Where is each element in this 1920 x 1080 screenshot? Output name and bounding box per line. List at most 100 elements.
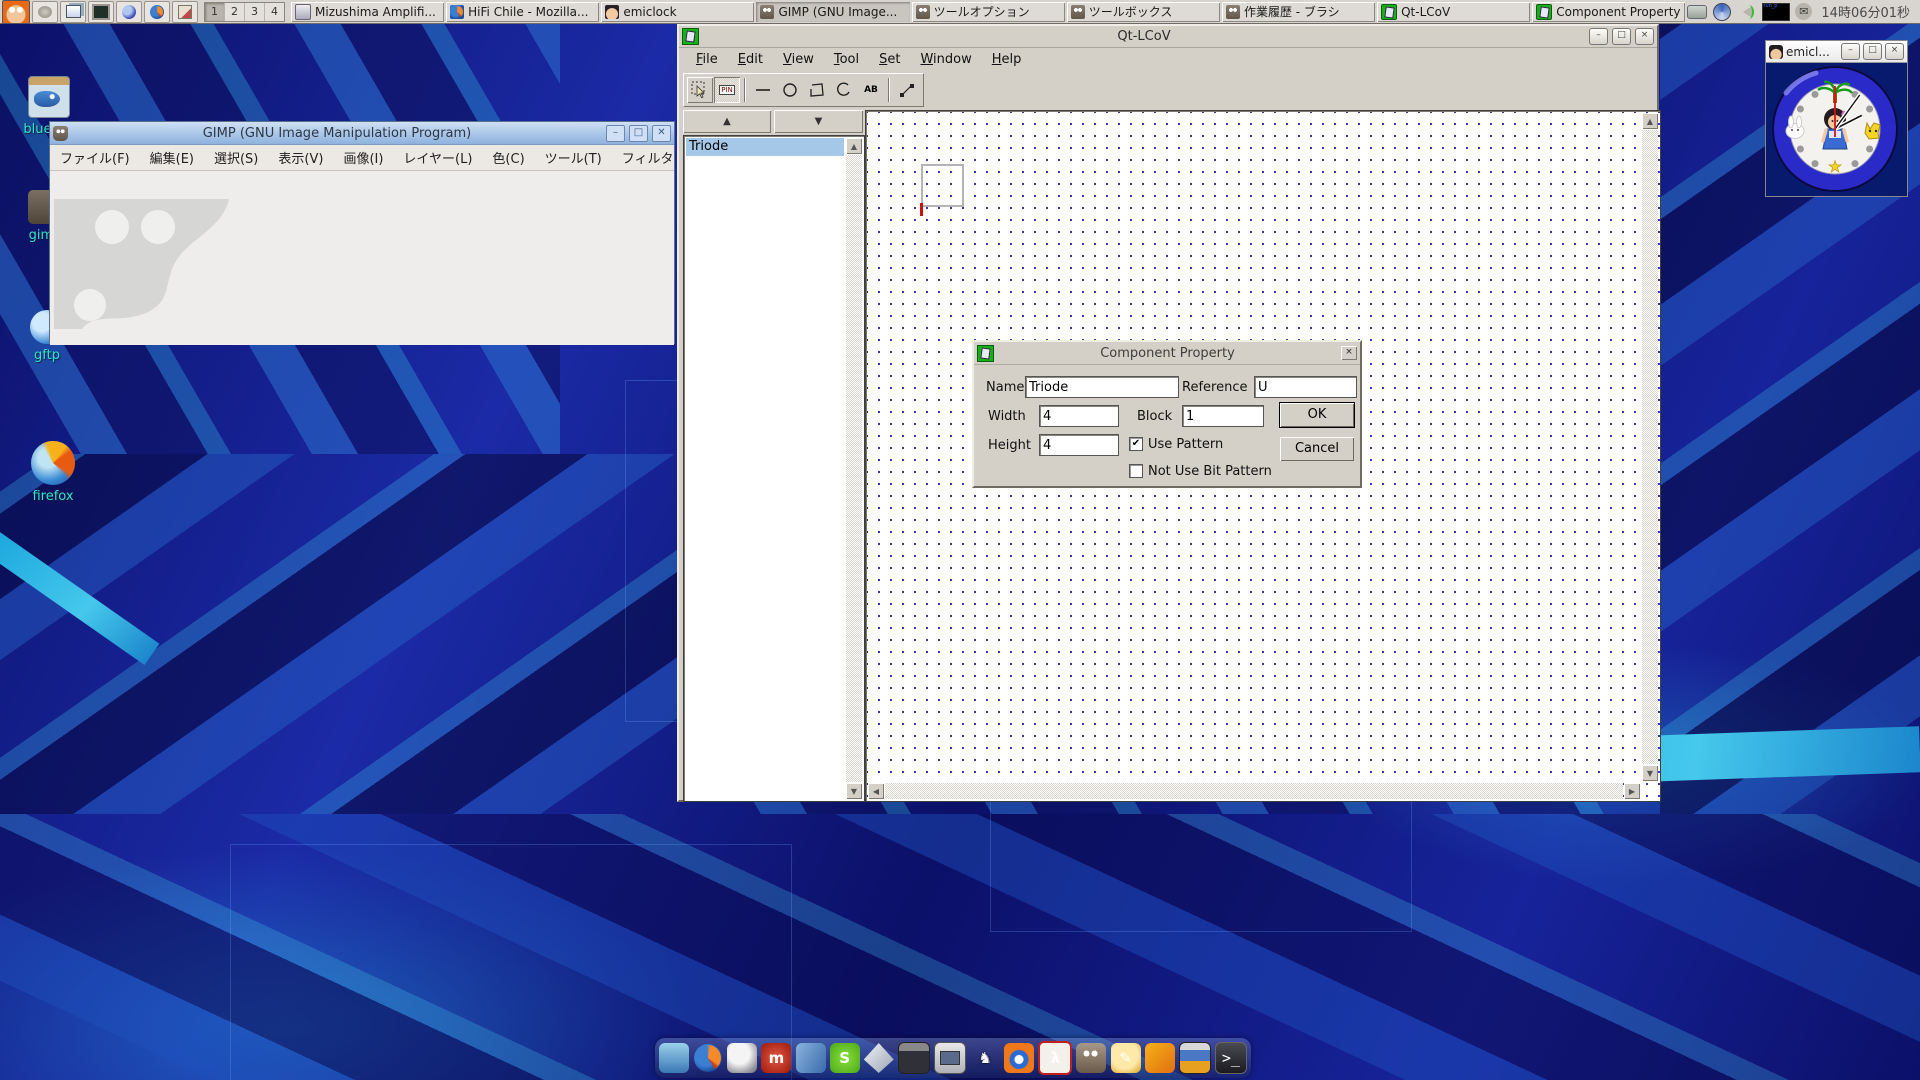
desktop-icon-firefox[interactable]: firefox bbox=[8, 441, 98, 504]
workspace-1[interactable]: 1 bbox=[205, 3, 224, 21]
scroll-up-icon[interactable]: ▲ bbox=[846, 138, 862, 154]
menu-edit[interactable]: Edit bbox=[729, 51, 772, 68]
close-icon[interactable]: × bbox=[1341, 346, 1357, 360]
maximize-button[interactable]: □ bbox=[1612, 28, 1631, 45]
inkscape-icon[interactable] bbox=[864, 1043, 894, 1073]
firefox-icon[interactable] bbox=[694, 1044, 722, 1072]
desktop-swirl-icon[interactable] bbox=[1713, 3, 1731, 21]
task-gimp[interactable]: GIMP (GNU Image... bbox=[756, 2, 909, 22]
close-button[interactable]: ✕ bbox=[652, 125, 671, 142]
canvas-horizontal-scrollbar[interactable]: ◀ ▶ bbox=[868, 783, 1640, 799]
task-mizushima[interactable]: Mizushima Amplifi... bbox=[291, 2, 444, 22]
minimize-button[interactable]: – bbox=[1841, 43, 1860, 60]
cinelerra-icon[interactable] bbox=[1179, 1042, 1211, 1074]
terminal-icon[interactable]: >_ bbox=[1215, 1042, 1247, 1074]
menu-colors[interactable]: 色(C) bbox=[482, 148, 534, 167]
web-globe-icon[interactable] bbox=[116, 1, 142, 23]
close-button[interactable]: × bbox=[1635, 28, 1654, 45]
pin-tool-icon[interactable]: PIN bbox=[714, 77, 740, 103]
mail-icon[interactable]: ✉ bbox=[1795, 3, 1812, 20]
gnu-icon[interactable]: ♞ bbox=[970, 1043, 1000, 1073]
task-qtlcov[interactable]: Qt-LCoV bbox=[1377, 2, 1530, 22]
arc-tool-icon[interactable] bbox=[831, 77, 857, 103]
menu-tool[interactable]: Tool bbox=[825, 51, 868, 68]
menu-image[interactable]: 画像(I) bbox=[333, 148, 393, 167]
task-emiclock[interactable]: emiclock bbox=[601, 2, 754, 22]
terminal-icon[interactable] bbox=[88, 1, 114, 23]
emiclock-titlebar[interactable]: emicl... – □ × bbox=[1766, 41, 1907, 63]
component-outline[interactable] bbox=[921, 164, 964, 207]
task-toolbox[interactable]: ツールボックス bbox=[1067, 2, 1220, 22]
scroll-right-icon[interactable]: ▶ bbox=[1624, 783, 1640, 799]
component-pin[interactable] bbox=[920, 203, 923, 216]
kino-icon[interactable] bbox=[898, 1042, 930, 1074]
maximize-button[interactable]: □ bbox=[1863, 43, 1882, 60]
width-field[interactable] bbox=[1039, 405, 1119, 427]
use-pattern-checkbox[interactable]: ✔ bbox=[1129, 437, 1143, 451]
menu-select[interactable]: 選択(S) bbox=[204, 148, 268, 167]
panel-icon[interactable] bbox=[659, 1043, 689, 1073]
circle-tool-icon[interactable] bbox=[777, 77, 803, 103]
gnome-stone-icon[interactable] bbox=[32, 1, 58, 23]
block-field[interactable] bbox=[1182, 405, 1264, 427]
gimp-canvas[interactable] bbox=[50, 171, 674, 345]
minimize-button[interactable]: – bbox=[606, 125, 625, 142]
nav-up-button[interactable]: ▲ bbox=[683, 110, 771, 133]
mplayer-icon[interactable]: m bbox=[761, 1043, 791, 1073]
menu-file[interactable]: File bbox=[687, 51, 727, 68]
nav-down-button[interactable]: ▼ bbox=[774, 110, 863, 133]
scroll-down-icon[interactable]: ▼ bbox=[846, 783, 862, 799]
menu-layer[interactable]: レイヤー(L) bbox=[393, 148, 482, 167]
ok-button[interactable]: OK bbox=[1280, 403, 1354, 427]
blender-icon[interactable] bbox=[1004, 1043, 1034, 1073]
scroll-left-icon[interactable]: ◀ bbox=[868, 783, 884, 799]
scrollbar-track[interactable] bbox=[1642, 130, 1658, 764]
scribus-icon[interactable]: λ bbox=[1038, 1041, 1072, 1075]
workspace-4[interactable]: 4 bbox=[264, 3, 284, 21]
menu-view[interactable]: View bbox=[774, 51, 823, 68]
task-tool-options[interactable]: ツールオプション bbox=[912, 2, 1065, 22]
polygon-tool-icon[interactable] bbox=[804, 77, 830, 103]
menu-window[interactable]: Window bbox=[911, 51, 980, 68]
menu-tools[interactable]: ツール(T) bbox=[535, 148, 612, 167]
text-tool-icon[interactable]: AB bbox=[858, 77, 884, 103]
name-field[interactable] bbox=[1025, 376, 1179, 398]
gimp-titlebar[interactable]: GIMP (GNU Image Manipulation Program) – … bbox=[50, 122, 674, 145]
wire-tool-icon[interactable] bbox=[894, 77, 920, 103]
minimize-button[interactable]: – bbox=[1589, 28, 1608, 45]
firefox-launcher-icon[interactable] bbox=[144, 1, 170, 23]
menu-filters[interactable]: フィルター(R) bbox=[612, 148, 674, 167]
task-hifi-chile[interactable]: HiFi Chile - Mozilla... bbox=[446, 2, 599, 22]
scrollbar-track[interactable] bbox=[846, 155, 862, 782]
window-list-icon[interactable] bbox=[60, 1, 86, 23]
volume-icon[interactable] bbox=[1743, 6, 1752, 18]
menu-set[interactable]: Set bbox=[870, 51, 909, 68]
skype-icon[interactable]: S bbox=[830, 1043, 860, 1073]
list-scrollbar[interactable]: ▲ ▼ bbox=[846, 138, 862, 799]
line-tool-icon[interactable] bbox=[750, 77, 776, 103]
scrollbar-track[interactable] bbox=[885, 783, 1623, 799]
workspace-3[interactable]: 3 bbox=[244, 3, 264, 21]
reference-field[interactable] bbox=[1254, 376, 1357, 398]
menu-view[interactable]: 表示(V) bbox=[268, 148, 333, 167]
menu-edit[interactable]: 編集(E) bbox=[140, 148, 204, 167]
tuxpaint-icon[interactable]: ✎ bbox=[1111, 1043, 1141, 1073]
cancel-button[interactable]: Cancel bbox=[1280, 437, 1354, 461]
web-browser-icon[interactable] bbox=[727, 1043, 757, 1073]
anime-face-icon[interactable] bbox=[2, 0, 30, 24]
canvas-vertical-scrollbar[interactable]: ▲ ▼ bbox=[1642, 113, 1658, 781]
select-tool-icon[interactable] bbox=[687, 77, 713, 103]
gimp-icon[interactable] bbox=[1076, 1043, 1106, 1073]
monitor-applet-icon[interactable]: run_p bbox=[1762, 3, 1790, 21]
dialog-titlebar[interactable]: Component Property × bbox=[974, 342, 1360, 365]
height-field[interactable] bbox=[1039, 434, 1119, 456]
menu-file[interactable]: ファイル(F) bbox=[50, 148, 140, 167]
keyboard-layout-icon[interactable] bbox=[1687, 5, 1707, 19]
task-history-brush[interactable]: 作業履歴 - ブラシ bbox=[1222, 2, 1375, 22]
package-icon[interactable] bbox=[172, 1, 198, 23]
scroll-down-icon[interactable]: ▼ bbox=[1642, 765, 1658, 781]
screen-icon[interactable] bbox=[934, 1042, 966, 1074]
workspace-2[interactable]: 2 bbox=[224, 3, 244, 21]
not-use-bit-pattern-checkbox[interactable] bbox=[1129, 464, 1143, 478]
qtlcov-titlebar[interactable]: Qt-LCoV – □ × bbox=[679, 26, 1657, 48]
